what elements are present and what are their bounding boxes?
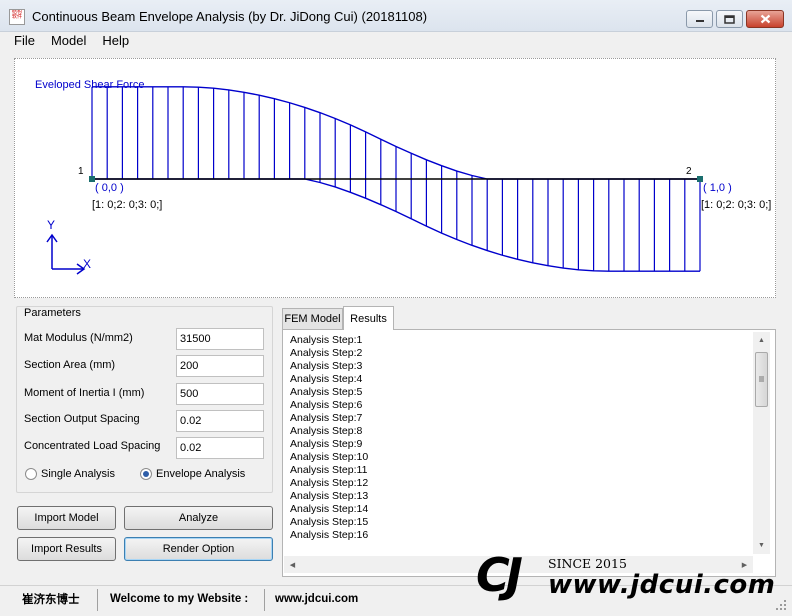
status-website[interactable]: www.jdcui.com [275, 588, 358, 610]
import-model-button[interactable]: Import Model [17, 506, 116, 530]
scroll-down-icon[interactable]: ▼ [753, 537, 770, 554]
menu-help[interactable]: Help [94, 32, 137, 50]
scroll-thumb[interactable] [755, 352, 768, 407]
menu-bar: File Model Help [0, 32, 792, 50]
section-area-label: Section Area (mm) [24, 359, 116, 371]
result-line: Analysis Step:16 [290, 529, 369, 541]
result-line: Analysis Step:4 [290, 373, 363, 385]
mat-modulus-label: Mat Modulus (N/mm2) [24, 332, 133, 344]
node-2-restraint: [1: 0;2: 0;3: 0;] [701, 199, 772, 211]
logo-since: SINCE 2015 [548, 556, 627, 571]
menu-model[interactable]: Model [43, 32, 94, 50]
axis-x-label: X [83, 257, 92, 271]
result-line: Analysis Step:11 [290, 464, 368, 476]
close-button[interactable] [746, 10, 784, 28]
node-2-label: 2 [686, 166, 692, 177]
node-1-restraint: [1: 0;2: 0;3: 0;] [92, 199, 163, 211]
minimize-icon [695, 20, 704, 22]
logo-mark: CJ [476, 548, 523, 602]
status-divider [97, 589, 98, 611]
single-analysis-radio[interactable] [25, 468, 37, 480]
menu-file[interactable]: File [0, 32, 43, 50]
result-line: Analysis Step:8 [290, 425, 363, 437]
result-line: Analysis Step:13 [290, 490, 369, 502]
envelope-analysis-label[interactable]: Envelope Analysis [156, 468, 245, 480]
app-icon: 结构 软件 [9, 9, 25, 25]
axis-y-label: Y [47, 218, 56, 232]
moment-of-inertia-label: Moment of Inertia I (mm) [24, 387, 145, 399]
resize-grip-icon[interactable] [774, 598, 788, 612]
result-line: Analysis Step:7 [290, 412, 363, 424]
analyze-button[interactable]: Analyze [124, 506, 273, 530]
maximize-button[interactable] [716, 10, 743, 28]
result-line: Analysis Step:6 [290, 399, 363, 411]
status-author: 崔济东博士 [22, 594, 80, 606]
result-line: Analysis Step:14 [290, 503, 369, 515]
scroll-left-icon[interactable]: ◀ [284, 556, 301, 573]
status-divider [264, 589, 265, 611]
diagram-caption: Eveloped Shear Force [35, 79, 145, 91]
result-line: Analysis Step:2 [290, 347, 363, 359]
node-1-coord: ( 0,0 ) [95, 182, 124, 194]
beam-diagram-canvas[interactable]: Eveloped Shear Force 1 ( 0,0 ) [1: 0;2: … [14, 58, 776, 298]
tab-results[interactable]: Results [343, 306, 394, 330]
maximize-icon [724, 14, 735, 24]
parameters-title: Parameters [22, 307, 83, 319]
section-output-spacing-label: Section Output Spacing [24, 413, 140, 425]
minimize-button[interactable] [686, 10, 713, 28]
close-icon [760, 14, 770, 24]
single-analysis-label[interactable]: Single Analysis [41, 468, 115, 480]
import-results-button[interactable]: Import Results [17, 537, 116, 561]
results-list[interactable]: Analysis Step:1 Analysis Step:2 Analysis S… [284, 331, 751, 556]
window-title: Continuous Beam Envelope Analysis (by Dr… [32, 9, 428, 24]
tab-fem-model[interactable]: FEM Model [282, 308, 343, 329]
grip-lines-icon [759, 376, 764, 382]
section-area-input[interactable]: 200 [176, 355, 264, 377]
vertical-scrollbar[interactable]: ▲ ▼ [753, 332, 770, 554]
logo-url: www.jdcui.com [548, 570, 776, 600]
node-1-label: 1 [78, 166, 84, 177]
result-line: Analysis Step:9 [290, 438, 363, 450]
result-line: Analysis Step:12 [290, 477, 369, 489]
scroll-up-icon[interactable]: ▲ [753, 332, 770, 349]
load-spacing-label: Concentrated Load Spacing [24, 440, 161, 452]
render-option-button[interactable]: Render Option [124, 537, 273, 561]
moment-of-inertia-input[interactable]: 500 [176, 383, 264, 405]
shear-force-diagram [46, 86, 703, 275]
result-line: Analysis Step:3 [290, 360, 363, 372]
result-line: Analysis Step:10 [290, 451, 369, 463]
result-line: Analysis Step:1 [290, 334, 363, 346]
result-line: Analysis Step:15 [290, 516, 369, 528]
node-2-coord: ( 1,0 ) [703, 182, 732, 194]
section-output-spacing-input[interactable]: 0.02 [176, 410, 264, 432]
result-line: Analysis Step:5 [290, 386, 363, 398]
status-welcome: Welcome to my Website : [110, 593, 249, 605]
mat-modulus-input[interactable]: 31500 [176, 328, 264, 350]
load-spacing-input[interactable]: 0.02 [176, 437, 264, 459]
envelope-analysis-radio[interactable] [140, 468, 152, 480]
